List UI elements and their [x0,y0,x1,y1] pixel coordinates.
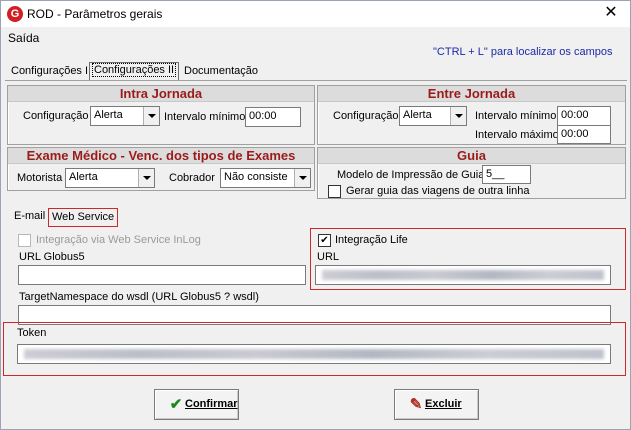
life-integration-label: Integração Life [335,234,408,246]
tab-web-service[interactable]: Web Service [48,208,119,227]
inlog-integration-label: Integração via Web Service InLog [36,234,201,246]
checkmark-icon: ✔ [169,396,183,413]
confirm-button[interactable]: ✔ Confirmar [154,389,239,420]
entre-config-select[interactable]: Alerta [399,106,467,126]
driver-label: Motorista [17,172,63,184]
eraser-icon: ✎ [409,396,423,413]
chevron-down-icon[interactable] [450,107,466,125]
generate-guide-label: Gerar guia das viagens de outra linha [346,185,530,197]
entre-max-interval-input[interactable]: 00:00 [557,125,611,144]
entre-min-interval-input[interactable]: 00:00 [557,106,611,126]
section-title-intra-jornada: Intra Jornada [8,86,314,102]
tab-documentacao[interactable]: Documentação [182,64,260,81]
collector-label: Cobrador [169,172,215,184]
inlog-integration-checkbox[interactable] [18,234,31,247]
intra-min-interval-input[interactable]: 00:00 [245,107,301,127]
delete-button[interactable]: ✎ Excluir [394,389,479,420]
panel-exame-medico: Exame Médico - Venc. dos tipos de Exames… [7,147,315,191]
collector-exam-select[interactable]: Não consiste [220,168,311,188]
config-label: Configuração [333,110,399,122]
panel-guia: Guia Modelo de Impressão de Guia 5__ Ger… [317,147,626,199]
url-globus-label: URL Globus5 [19,251,85,263]
panel-intra-jornada: Intra Jornada Configuração Alerta Interv… [7,85,315,145]
url-label: URL [317,251,340,263]
min-interval-label: Intervalo mínimo [164,111,246,123]
confirm-label: Confirmar [185,398,238,410]
app-logo-icon: G [7,6,23,22]
section-title-exame-medico: Exame Médico - Venc. dos tipos de Exames [8,148,314,164]
life-integration-checkbox[interactable]: ✔ [318,234,331,247]
min-interval-label: Intervalo mínimo [475,110,557,122]
token-input[interactable] [17,344,611,364]
title-bar: G ROD - Parâmetros gerais ✕ [1,1,630,27]
window-title: ROD - Parâmetros gerais [27,7,163,21]
config-label: Configuração [23,110,89,122]
target-namespace-label: TargetNamespace do wsdl (URL Globus5 ? w… [19,291,259,303]
token-label: Token [17,327,47,339]
section-title-entre-jornada: Entre Jornada [318,86,625,102]
dialog-window: G ROD - Parâmetros gerais ✕ Saída "CTRL … [0,0,631,430]
close-icon[interactable]: ✕ [602,4,620,22]
url-globus-input[interactable] [18,265,306,285]
delete-label: Excluir [425,398,462,410]
intra-config-select[interactable]: Alerta [90,106,160,126]
generate-guide-checkbox[interactable] [328,185,341,198]
menu-exit[interactable]: Saída [8,31,39,45]
tab-email[interactable]: E-mail [11,208,48,227]
obscured-value [24,349,604,359]
tab-configuracoes-2[interactable]: Configurações II [89,62,180,81]
obscured-value [322,270,604,280]
search-shortcut-hint: "CTRL + L" para localizar os campos [433,46,613,58]
tab-configuracoes-1[interactable]: Configurações I [9,64,90,81]
max-interval-label: Intervalo máximo [475,129,559,141]
print-model-label: Modelo de Impressão de Guia [337,169,485,181]
chevron-down-icon[interactable] [138,169,154,187]
print-model-input[interactable]: 5__ [482,165,531,184]
driver-exam-select[interactable]: Alerta [65,168,155,188]
panel-entre-jornada: Entre Jornada Configuração Alerta Interv… [317,85,626,145]
tab-divider [5,80,627,81]
chevron-down-icon[interactable] [143,107,159,125]
life-url-input[interactable] [315,265,611,285]
chevron-down-icon[interactable] [294,169,310,187]
section-title-guia: Guia [318,148,625,164]
